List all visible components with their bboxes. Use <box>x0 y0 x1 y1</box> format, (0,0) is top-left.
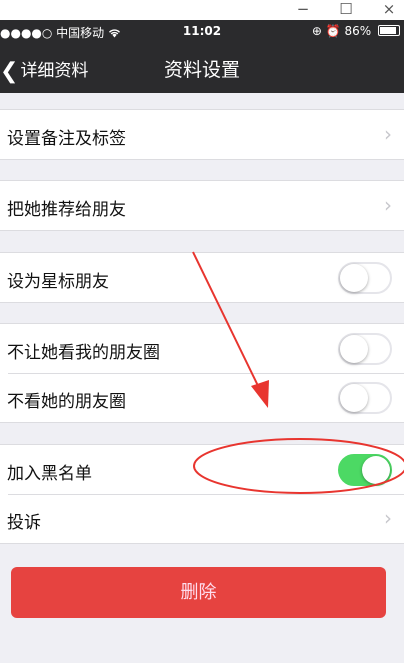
group-remark: 设置备注及标签 › <box>0 109 404 160</box>
minimize-icon[interactable]: − <box>288 0 318 20</box>
navigation-bar: ❮ 详细资料 资料设置 <box>0 43 404 93</box>
rotation-lock-icon: ⊕ <box>311 24 322 38</box>
delete-button[interactable]: 删除 <box>11 567 386 618</box>
row-label: 设为星标朋友 <box>7 272 109 292</box>
alarm-icon: ⏰ <box>325 24 341 38</box>
row-blacklist: 加入黑名单 <box>0 445 404 494</box>
row-recommend-friend[interactable]: 把她推荐给朋友 › <box>0 181 404 230</box>
group-blacklist: 加入黑名单 投诉 › <box>0 444 404 544</box>
row-hide-her-moments: 不看她的朋友圈 <box>0 373 404 422</box>
group-moments: 不让她看我的朋友圈 不看她的朋友圈 <box>0 323 404 423</box>
group-recommend: 把她推荐给朋友 › <box>0 180 404 231</box>
battery-icon <box>378 25 400 36</box>
row-label: 把她推荐给朋友 <box>7 200 126 220</box>
battery-percent: 86% <box>344 24 372 38</box>
row-label: 投诉 <box>7 513 41 533</box>
row-hide-my-moments: 不让她看我的朋友圈 <box>0 324 404 373</box>
close-icon[interactable]: × <box>374 0 404 20</box>
row-label: 加入黑名单 <box>7 464 92 484</box>
row-label: 不看她的朋友圈 <box>7 392 126 412</box>
chevron-right-icon: › <box>384 506 392 530</box>
hide-my-moments-toggle[interactable] <box>338 333 392 365</box>
row-star-friend: 设为星标朋友 <box>0 253 404 302</box>
row-label: 不让她看我的朋友圈 <box>7 343 160 363</box>
row-label: 设置备注及标签 <box>7 129 126 149</box>
maximize-icon[interactable]: ☐ <box>331 0 361 20</box>
status-right: ⊕ ⏰ 86% <box>312 24 400 38</box>
row-report[interactable]: 投诉 › <box>0 494 404 543</box>
chevron-right-icon: › <box>384 122 392 146</box>
chevron-right-icon: › <box>384 193 392 217</box>
page-title: 资料设置 <box>163 59 240 81</box>
hide-her-moments-toggle[interactable] <box>338 382 392 414</box>
star-friend-toggle[interactable] <box>338 262 392 294</box>
status-bar: ●●●●○ 中国移动 11:02 ⊕ ⏰ 86% <box>0 20 404 43</box>
window-title-bar: − ☐ × <box>0 0 404 20</box>
group-star: 设为星标朋友 <box>0 252 404 303</box>
blacklist-toggle[interactable] <box>338 454 392 486</box>
row-set-remark-tags[interactable]: 设置备注及标签 › <box>0 110 404 159</box>
